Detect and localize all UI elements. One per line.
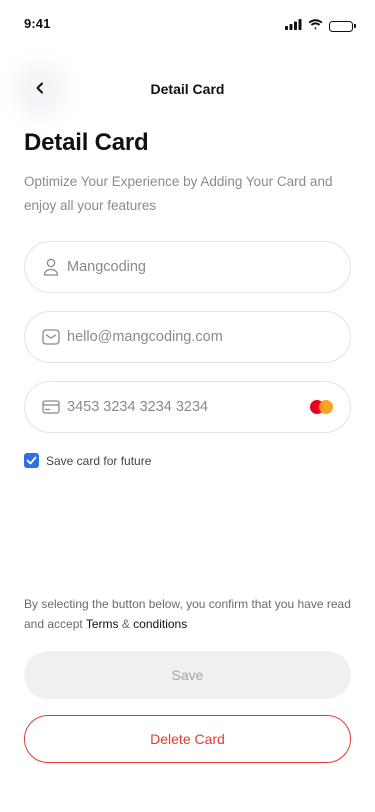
page-subtitle: Optimize Your Experience by Adding Your … [24,174,333,213]
page-title: Detail Card [24,129,149,156]
email-field[interactable] [24,311,351,363]
card-number-input[interactable] [67,399,310,415]
card-number-field[interactable] [24,381,351,433]
delete-card-button[interactable]: Delete Card [24,715,351,763]
cellular-signal-icon [285,17,302,35]
save-card-checkbox-row[interactable]: Save card for future [24,453,151,468]
credit-card-icon [41,397,61,417]
check-icon [26,452,37,470]
mail-icon [41,327,61,347]
name-input[interactable] [67,259,334,275]
status-time: 9:41 [24,16,51,31]
terms-link[interactable]: Terms [86,617,119,631]
status-bar: 9:41 [0,0,375,44]
nav-bar: Detail Card [0,64,375,114]
save-card-label: Save card for future [46,453,152,468]
consent-joiner: & [118,617,134,631]
name-field[interactable] [24,241,351,293]
status-icons [285,17,356,35]
email-input[interactable] [67,329,334,345]
save-button[interactable]: Save [24,651,351,699]
consent-prefix: By selecting the button below, you confi… [24,597,351,631]
user-icon [41,257,61,277]
mastercard-icon [310,400,334,414]
wifi-icon [308,17,323,35]
conditions-link[interactable]: conditions [133,617,187,631]
consent-text: By selecting the button below, you confi… [24,594,354,634]
save-card-checkbox[interactable] [24,453,39,468]
battery-icon [329,20,356,32]
nav-title: Detail Card [150,81,225,97]
